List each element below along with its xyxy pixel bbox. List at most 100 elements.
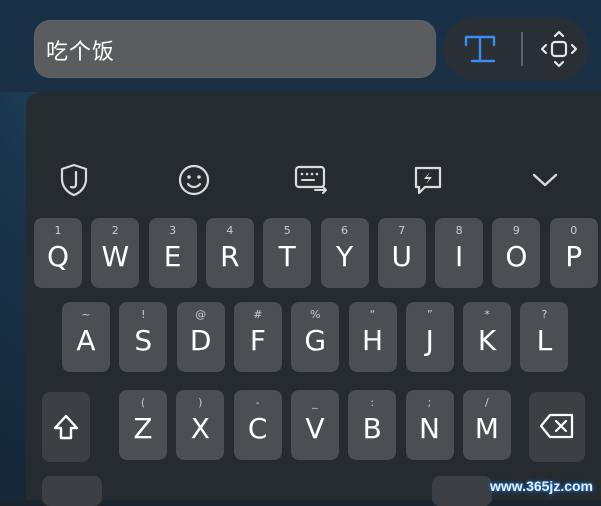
shift-key[interactable] [42, 392, 90, 462]
key-label: K [477, 324, 497, 357]
watermark: www.365jz.com [490, 478, 593, 494]
text-input[interactable]: 吃个饭 [34, 20, 436, 78]
key-hint: # [253, 308, 263, 321]
key-b[interactable]: :B [348, 390, 397, 460]
key-hint: 3 [169, 224, 177, 237]
shield-icon[interactable] [52, 158, 96, 202]
key-e[interactable]: 3E [148, 218, 197, 288]
key-label: C [247, 412, 268, 445]
key-hint: 1 [54, 224, 62, 237]
key-hint: ! [141, 308, 146, 321]
key-z[interactable]: (Z [119, 390, 167, 460]
key-label: P [565, 240, 583, 273]
key-label: M [474, 412, 499, 445]
key-j[interactable]: ” J [405, 302, 454, 372]
emoji-icon[interactable] [172, 158, 216, 202]
top-icon-group [444, 18, 588, 80]
key-s[interactable]: ! S [119, 302, 168, 372]
key-hint: 7 [398, 224, 406, 237]
key-h[interactable]: “H [348, 302, 397, 372]
key-label: O [505, 240, 528, 273]
key-v[interactable]: _ V [290, 390, 339, 460]
key-hint: ~ [81, 308, 91, 321]
shift-icon [42, 412, 90, 442]
keyboard-toolbar [26, 150, 601, 210]
key-hint: ; [427, 396, 432, 409]
key-label: Q [46, 240, 70, 273]
candidate-bar [26, 92, 601, 142]
key-m[interactable]: / M [462, 390, 511, 460]
key-o[interactable]: 9O [492, 218, 541, 288]
backspace-key[interactable] [529, 392, 585, 462]
key-label: R [220, 240, 240, 273]
key-label: J [425, 324, 434, 357]
key-f[interactable]: # F [233, 302, 282, 372]
key-y[interactable]: 6Y [320, 218, 369, 288]
key-n[interactable]: ; N [405, 390, 454, 460]
key-hint: ) [198, 396, 203, 409]
key-hint: “ [369, 308, 376, 321]
key-label: I [454, 240, 464, 273]
key-label: Y [335, 240, 354, 273]
keyboard: 1 Q 2 W 3 E 4 R 5 T 6 Y 7 U 8 I 9 O 0 P ~ A! S @ D # F% G “H” J * K? L(Z… [26, 92, 601, 500]
key-hint: ? [541, 308, 548, 321]
key-label: E [163, 240, 182, 273]
divider [521, 32, 523, 66]
bottom-row-key[interactable] [42, 476, 102, 506]
key-label: G [304, 324, 327, 357]
key-hint: - [255, 396, 260, 409]
key-label: A [76, 324, 96, 357]
key-label: V [305, 412, 325, 445]
key-c[interactable]: -C [233, 390, 282, 460]
key-a[interactable]: ~ A [62, 302, 110, 372]
keyboard-settings-icon[interactable] [289, 158, 333, 202]
key-label: T [278, 240, 296, 273]
key-label: W [101, 240, 130, 273]
input-text: 吃个饭 [46, 40, 116, 65]
key-k[interactable]: * K [463, 302, 512, 372]
key-hint: ” [426, 308, 433, 321]
key-r[interactable]: 4R [205, 218, 254, 288]
key-d[interactable]: @ D [176, 302, 225, 372]
key-label: N [419, 412, 440, 445]
key-label: H [361, 324, 384, 357]
key-hint: 6 [341, 224, 348, 237]
key-hint: / [484, 396, 489, 409]
key-hint: * [484, 308, 490, 321]
key-u[interactable]: 7U [377, 218, 426, 288]
bottom-row-key[interactable] [432, 476, 492, 506]
key-l[interactable]: ? L [520, 302, 569, 372]
text-format-icon[interactable] [458, 27, 502, 71]
key-label: X [190, 412, 210, 445]
key-i[interactable]: 8I [435, 218, 484, 288]
key-hint: 8 [455, 224, 463, 237]
key-hint: 9 [512, 224, 520, 237]
key-q[interactable]: 1Q [34, 218, 82, 288]
key-p[interactable]: 0P [549, 218, 598, 288]
key-hint: 0 [570, 224, 578, 237]
key-g[interactable]: % G [291, 302, 340, 372]
key-hint: ( [140, 396, 146, 409]
key-hint: 5 [283, 224, 291, 237]
key-label: B [362, 412, 382, 445]
collapse-chevron-icon[interactable] [523, 158, 567, 202]
key-label: L [536, 324, 553, 357]
key-hint: _ [312, 396, 318, 409]
key-label: U [391, 240, 413, 273]
key-hint: 4 [226, 224, 234, 237]
key-hint: 2 [111, 224, 119, 237]
top-bar: 吃个饭 [0, 0, 601, 92]
key-hint: % [309, 308, 321, 321]
key-label: D [189, 324, 212, 357]
key-w[interactable]: 2W [91, 218, 140, 288]
quick-reply-icon[interactable] [406, 158, 450, 202]
key-hint: @ [195, 308, 207, 321]
backspace-icon [529, 412, 585, 440]
key-label: S [134, 324, 153, 357]
key-hint: : [370, 396, 375, 409]
key-x[interactable]: ) X [176, 390, 225, 460]
cursor-move-icon[interactable] [537, 27, 581, 71]
key-label: Z [133, 412, 153, 445]
key-t[interactable]: 5T [263, 218, 312, 288]
key-label: F [249, 324, 266, 357]
